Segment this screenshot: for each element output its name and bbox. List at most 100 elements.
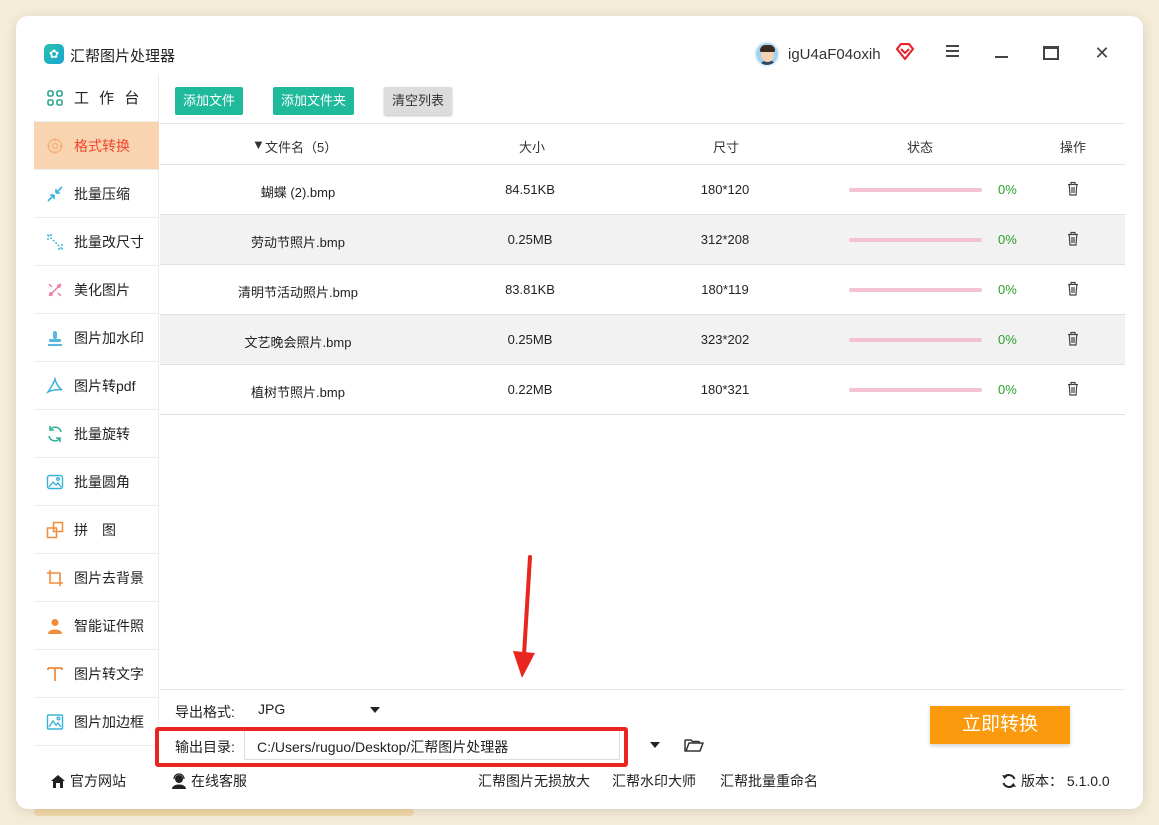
sidebar-item-compress[interactable]: 批量压缩 xyxy=(34,170,159,218)
app-logo-icon: ✿ xyxy=(44,44,64,64)
pdf-icon xyxy=(46,376,63,394)
delete-icon[interactable] xyxy=(1067,281,1079,296)
minimize-button[interactable] xyxy=(990,42,1012,64)
customer-service-icon xyxy=(172,773,186,789)
format-label: 导出格式: xyxy=(175,704,235,720)
footer-link-upscale[interactable]: 汇帮图片无损放大 xyxy=(478,771,590,791)
sidebar-item-beautify[interactable]: 美化图片 xyxy=(34,266,159,314)
file-size: 0.25MB xyxy=(507,332,553,347)
convert-now-button[interactable]: 立即转换 xyxy=(930,706,1070,744)
sidebar-item-to-pdf[interactable]: 图片转pdf xyxy=(34,362,159,410)
file-table: ▼ 文件名（5） 大小 尺寸 状态 操作 蝴蝶 (2).bmp 84.51KB 18… xyxy=(160,124,1125,415)
progress-bar xyxy=(849,188,982,192)
vip-diamond-icon[interactable] xyxy=(895,43,915,61)
resize-icon xyxy=(47,233,63,250)
table-row[interactable]: 植树节照片.bmp 0.22MB 180*321 0% xyxy=(160,365,1125,415)
footer-link-watermark[interactable]: 汇帮水印大师 xyxy=(612,771,696,791)
folder-open-icon[interactable] xyxy=(684,737,704,753)
sidebar-item-label: 图片加边框 xyxy=(74,713,144,730)
version-info[interactable]: 版本： 5.1.0.0 xyxy=(1001,771,1110,791)
file-name: 劳动节照片.bmp xyxy=(251,235,345,250)
delete-icon[interactable] xyxy=(1067,331,1079,346)
footer-link-rename[interactable]: 汇帮批量重命名 xyxy=(720,771,818,791)
file-name: 植树节照片.bmp xyxy=(251,385,345,400)
format-value: JPG xyxy=(258,701,286,717)
close-button[interactable]: ✕ xyxy=(1091,42,1113,64)
table-header: ▼ 文件名（5） 大小 尺寸 状态 操作 xyxy=(160,124,1125,165)
maximize-button[interactable] xyxy=(1040,42,1062,64)
watermark-icon xyxy=(48,330,62,346)
sort-down-icon[interactable]: ▼ xyxy=(252,137,265,152)
grid-icon xyxy=(47,89,63,106)
sidebar-item-resize[interactable]: 批量改尺寸 xyxy=(34,218,159,266)
file-name: 文艺晚会照片.bmp xyxy=(244,335,352,350)
rotate-icon xyxy=(48,425,62,442)
delete-icon[interactable] xyxy=(1067,231,1079,246)
app-window: ✿ 汇帮图片处理器 igU4aF04oxih ✕ 工 作 台 格式转换 批量压缩 xyxy=(16,16,1143,809)
sidebar-item-rounded-corner[interactable]: 批量圆角 xyxy=(34,458,159,506)
add-file-button[interactable]: 添加文件 xyxy=(175,87,244,115)
delete-icon[interactable] xyxy=(1067,381,1079,396)
table-row[interactable]: 文艺晚会照片.bmp 0.25MB 323*202 0% xyxy=(160,315,1125,365)
sidebar-item-to-text[interactable]: 图片转文字 xyxy=(34,650,159,698)
sidebar-item-watermark[interactable]: 图片加水印 xyxy=(34,314,159,362)
header-status: 状态 xyxy=(907,140,934,155)
file-dimensions: 180*119 xyxy=(701,282,749,297)
sidebar-item-remove-bg[interactable]: 图片去背景 xyxy=(34,554,159,602)
sidebar-item-rotate[interactable]: 批量旋转 xyxy=(34,410,159,458)
sidebar-item-label: 批量圆角 xyxy=(74,473,130,490)
progress-bar xyxy=(849,238,982,242)
delete-icon[interactable] xyxy=(1067,181,1079,196)
sidebar-item-label: 工 作 台 xyxy=(74,90,143,107)
file-dimensions: 323*202 xyxy=(700,332,750,347)
file-dimensions: 180*321 xyxy=(700,382,750,397)
file-name: 清明节活动照片.bmp xyxy=(238,285,358,300)
beautify-icon xyxy=(48,283,62,296)
collage-icon xyxy=(46,521,64,538)
header-size: 大小 xyxy=(519,140,546,155)
refresh-icon xyxy=(1002,774,1016,788)
chevron-down-icon xyxy=(370,707,380,713)
version-label: 版本： 5.1.0.0 xyxy=(1021,773,1110,789)
sidebar-item-id-photo[interactable]: 智能证件照 xyxy=(34,602,159,650)
user-avatar[interactable] xyxy=(754,41,780,67)
online-service-link[interactable]: 在线客服 xyxy=(171,771,247,791)
title-bar: ✿ 汇帮图片处理器 igU4aF04oxih ✕ xyxy=(16,16,1143,74)
id-photo-icon xyxy=(48,618,62,634)
table-row[interactable]: 清明节活动照片.bmp 83.81KB 180*119 0% xyxy=(160,265,1125,315)
add-folder-button[interactable]: 添加文件夹 xyxy=(273,87,355,115)
sidebar-item-workbench[interactable]: 工 作 台 xyxy=(34,74,159,122)
sidebar-item-format-convert[interactable]: 格式转换 xyxy=(34,122,159,170)
progress-percent: 0% xyxy=(998,382,1017,397)
sidebar-item-label: 批量旋转 xyxy=(74,425,130,442)
file-dimensions: 312*208 xyxy=(700,232,750,247)
background-strip xyxy=(34,808,414,816)
sidebar: 工 作 台 格式转换 批量压缩 批量改尺寸 美化图片 图片加水印 图片转pdf xyxy=(34,74,159,760)
sidebar-item-label: 智能证件照 xyxy=(74,617,144,634)
table-row[interactable]: 蝴蝶 (2).bmp 84.51KB 180*120 0% xyxy=(160,165,1125,215)
sidebar-item-label: 图片转文字 xyxy=(74,665,144,682)
file-size: 0.25MB xyxy=(507,232,553,247)
sidebar-item-label: 格式转换 xyxy=(74,137,130,154)
header-dimensions: 尺寸 xyxy=(713,140,740,155)
header-filename[interactable]: 文件名（5） xyxy=(265,137,337,156)
format-select[interactable]: JPG xyxy=(244,695,392,725)
progress-bar xyxy=(849,338,982,342)
home-icon xyxy=(51,775,65,788)
table-row[interactable]: 劳动节照片.bmp 0.25MB 312*208 0% xyxy=(160,215,1125,265)
compress-icon xyxy=(47,185,63,202)
user-name[interactable]: igU4aF04oxih xyxy=(788,46,881,63)
menu-button[interactable] xyxy=(941,42,963,64)
toolbar: 添加文件 添加文件夹 清空列表 xyxy=(160,74,1125,124)
sidebar-item-collage[interactable]: 拼 图 xyxy=(34,506,159,554)
official-site-link[interactable]: 官方网站 xyxy=(50,771,126,791)
official-site-label: 官方网站 xyxy=(70,773,126,789)
sidebar-item-frame[interactable]: 图片加边框 xyxy=(34,698,159,746)
rounded-corner-icon xyxy=(46,474,64,489)
online-service-label: 在线客服 xyxy=(191,773,247,789)
file-size: 0.22MB xyxy=(507,382,553,397)
clear-list-button[interactable]: 清空列表 xyxy=(384,87,453,115)
sidebar-item-label: 图片加水印 xyxy=(74,329,144,346)
sidebar-item-label: 拼 图 xyxy=(74,521,116,538)
crop-icon xyxy=(47,569,63,586)
